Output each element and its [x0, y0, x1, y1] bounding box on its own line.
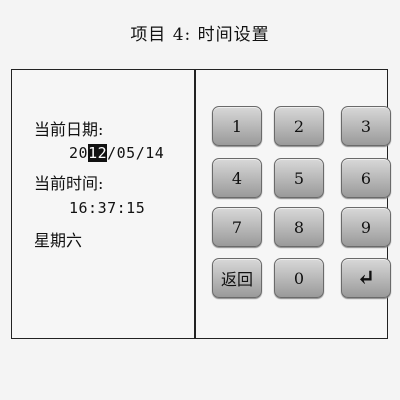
key-8-button[interactable]: 8 [274, 207, 324, 247]
key-4-button[interactable]: 4 [212, 158, 262, 198]
settings-panel: 当前日期: 2012/05/14 当前时间: 16:37:15 星期六 1 2 … [11, 69, 391, 339]
weekday-value: 星期六 [34, 231, 83, 250]
key-2-button[interactable]: 2 [274, 106, 324, 146]
enter-button[interactable]: ↵ [341, 258, 391, 298]
key-3-button[interactable]: 3 [341, 106, 391, 146]
key-1-button[interactable]: 1 [212, 106, 262, 146]
page-title: 项目 4: 时间设置 [130, 25, 270, 45]
key-5-button[interactable]: 5 [274, 158, 324, 198]
key-6-button[interactable]: 6 [341, 158, 391, 198]
date-rest: /05/14 [107, 144, 165, 162]
edit-cursor-digits: 12 [88, 144, 108, 162]
date-year-prefix: 20 [69, 144, 89, 162]
back-button[interactable]: 返回 [212, 258, 262, 298]
key-0-button[interactable]: 0 [274, 258, 324, 298]
current-time-label: 当前时间: [34, 174, 104, 193]
key-7-button[interactable]: 7 [212, 207, 262, 247]
current-date-label: 当前日期: [34, 120, 104, 139]
numeric-keypad: 1 2 3 4 5 6 7 8 9 返回 0 ↵ [196, 70, 391, 338]
enter-icon: ↵ [356, 265, 376, 291]
datetime-info-panel: 当前日期: 2012/05/14 当前时间: 16:37:15 星期六 [12, 70, 194, 338]
key-9-button[interactable]: 9 [341, 207, 391, 247]
current-date-value: 2012/05/14 [69, 144, 164, 162]
current-time-value: 16:37:15 [69, 199, 146, 217]
